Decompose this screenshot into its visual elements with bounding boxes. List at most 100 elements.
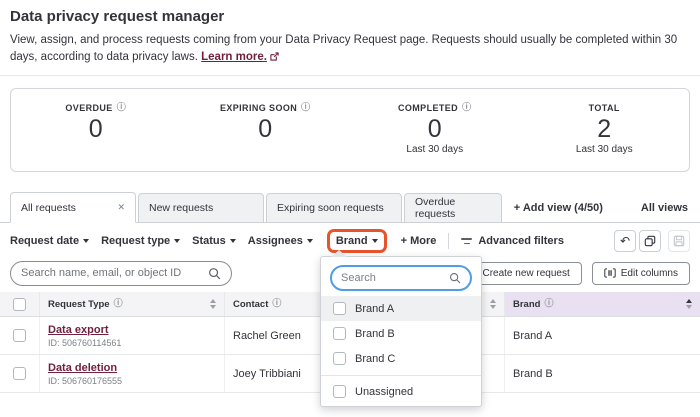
- request-link[interactable]: Data deletion: [48, 362, 117, 374]
- advanced-filters-button[interactable]: Advanced filters: [461, 235, 564, 247]
- sort-icon: [210, 299, 216, 309]
- chevron-down-icon: [83, 239, 90, 243]
- column-header-hidden[interactable]: [480, 292, 505, 316]
- search-input[interactable]: [21, 267, 208, 279]
- option-checkbox[interactable]: [333, 385, 346, 398]
- stat-expiring-soon: EXPIRING SOON ⓘ 0: [181, 89, 351, 171]
- copy-icon: [644, 235, 656, 247]
- filter-label: Status: [192, 235, 226, 247]
- tab-all-requests[interactable]: All requests ✕: [10, 192, 136, 223]
- filter-brand[interactable]: Brand: [336, 235, 378, 247]
- close-icon[interactable]: ✕: [117, 202, 125, 213]
- stat-value: 0: [88, 115, 103, 143]
- tab-overdue-requests[interactable]: Overdue requests: [404, 193, 502, 223]
- filter-label: Brand: [335, 235, 368, 247]
- stat-value: 0: [427, 115, 442, 143]
- dropdown-option-brand-b[interactable]: Brand B: [321, 321, 481, 346]
- filter-request-type[interactable]: Request type: [101, 235, 181, 247]
- create-new-request-button[interactable]: Create new request: [470, 261, 582, 285]
- stat-subtext: Last 30 days: [575, 144, 633, 155]
- option-checkbox[interactable]: [333, 327, 346, 340]
- add-view-button[interactable]: + Add view (4/50): [514, 202, 603, 214]
- info-icon[interactable]: ⓘ: [544, 299, 553, 309]
- request-link[interactable]: Data export: [48, 324, 109, 336]
- chevron-down-icon: [306, 239, 313, 243]
- request-id: ID: 506760176555: [48, 375, 123, 386]
- brand-value: Brand A: [513, 329, 553, 342]
- stat-label: EXPIRING SOON: [219, 103, 298, 113]
- dropdown-option-brand-c[interactable]: Brand C: [321, 346, 481, 371]
- info-icon[interactable]: ⓘ: [114, 299, 123, 309]
- advanced-filters-label: Advanced filters: [478, 235, 564, 247]
- stat-label: TOTAL: [588, 103, 620, 113]
- info-icon[interactable]: ⓘ: [117, 103, 126, 113]
- chevron-down-icon: [371, 239, 378, 243]
- column-label: Brand: [513, 298, 541, 310]
- toolbar-buttons: Create new request Edit columns: [470, 261, 690, 285]
- button-label: Create new request: [482, 267, 570, 279]
- data-privacy-request-manager: Data privacy request manager View, assig…: [0, 0, 700, 417]
- save-view-button[interactable]: [668, 230, 690, 252]
- undo-button[interactable]: ↶: [614, 230, 636, 252]
- row-checkbox[interactable]: [13, 329, 26, 342]
- stat-label: COMPLETED: [397, 103, 459, 113]
- chevron-down-icon: [174, 239, 181, 243]
- stats-card: OVERDUE ⓘ 0 EXPIRING SOON ⓘ 0 COMPLETED ⓘ 0…: [10, 88, 690, 172]
- option-checkbox[interactable]: [333, 302, 346, 315]
- edit-columns-icon: [604, 268, 616, 278]
- option-checkbox[interactable]: [333, 352, 346, 365]
- view-tabs: All requests ✕ New requests Expiring soo…: [0, 192, 700, 223]
- option-label: Brand A: [355, 302, 395, 315]
- option-label: Unassigned: [355, 385, 414, 398]
- info-icon[interactable]: ⓘ: [462, 103, 471, 113]
- view-action-buttons: ↶: [614, 230, 690, 252]
- tab-new-requests[interactable]: New requests: [138, 193, 264, 223]
- contact-name: Rachel Green: [233, 329, 301, 342]
- column-label: Request Type: [48, 298, 110, 310]
- row-checkbox[interactable]: [13, 367, 26, 380]
- stat-value: 2: [597, 115, 612, 143]
- dropdown-option-brand-a[interactable]: Brand A: [321, 296, 481, 321]
- page-description: View, assign, and process requests comin…: [10, 32, 692, 65]
- undo-icon: ↶: [619, 234, 631, 248]
- stat-total: TOTAL 2 Last 30 days: [520, 89, 690, 171]
- more-filters-button[interactable]: + More: [401, 235, 437, 247]
- contact-name: Joey Tribbiani: [233, 367, 301, 380]
- edit-columns-button[interactable]: Edit columns: [591, 261, 690, 285]
- column-label: Contact: [233, 298, 269, 310]
- header-divider: [0, 75, 700, 76]
- filter-request-date[interactable]: Request date: [10, 235, 90, 247]
- info-icon[interactable]: ⓘ: [272, 299, 281, 309]
- select-all-checkbox[interactable]: [13, 297, 26, 311]
- learn-more-link[interactable]: Learn more.: [201, 51, 267, 63]
- column-header-brand[interactable]: Brand ⓘ: [505, 292, 700, 316]
- tab-actions: + Add view (4/50) All views: [514, 193, 700, 223]
- sort-icon: [490, 299, 496, 309]
- filter-label: Assignees: [247, 235, 303, 247]
- page-title: Data privacy request manager: [10, 8, 225, 25]
- filter-assignees[interactable]: Assignees: [248, 235, 313, 247]
- search-icon: [209, 267, 221, 279]
- tab-expiring-soon-requests[interactable]: Expiring soon requests: [266, 193, 402, 223]
- dropdown-option-unassigned[interactable]: Unassigned: [321, 379, 481, 404]
- search-icon: [449, 272, 461, 284]
- external-link-icon: [270, 51, 279, 63]
- dropdown-search-input[interactable]: [341, 272, 449, 284]
- tab-label: Expiring soon requests: [277, 202, 384, 214]
- column-header-request-type[interactable]: Request Type ⓘ: [40, 292, 225, 316]
- brand-value: Brand B: [513, 367, 553, 380]
- filter-status[interactable]: Status: [192, 235, 236, 247]
- request-id: ID: 506760114561: [48, 337, 122, 348]
- table-search: [10, 260, 232, 286]
- info-icon[interactable]: ⓘ: [301, 103, 310, 113]
- clone-view-button[interactable]: [639, 230, 661, 252]
- all-views-link[interactable]: All views: [641, 202, 688, 214]
- dropdown-divider: [321, 375, 481, 376]
- description-text: View, assign, and process requests comin…: [10, 34, 678, 63]
- option-label: Brand B: [355, 327, 395, 340]
- button-label: Edit columns: [620, 267, 678, 279]
- stat-value: 0: [258, 115, 273, 143]
- tab-label: All requests: [21, 201, 76, 214]
- option-label: Brand C: [355, 352, 396, 365]
- hidden-cell: [480, 355, 505, 392]
